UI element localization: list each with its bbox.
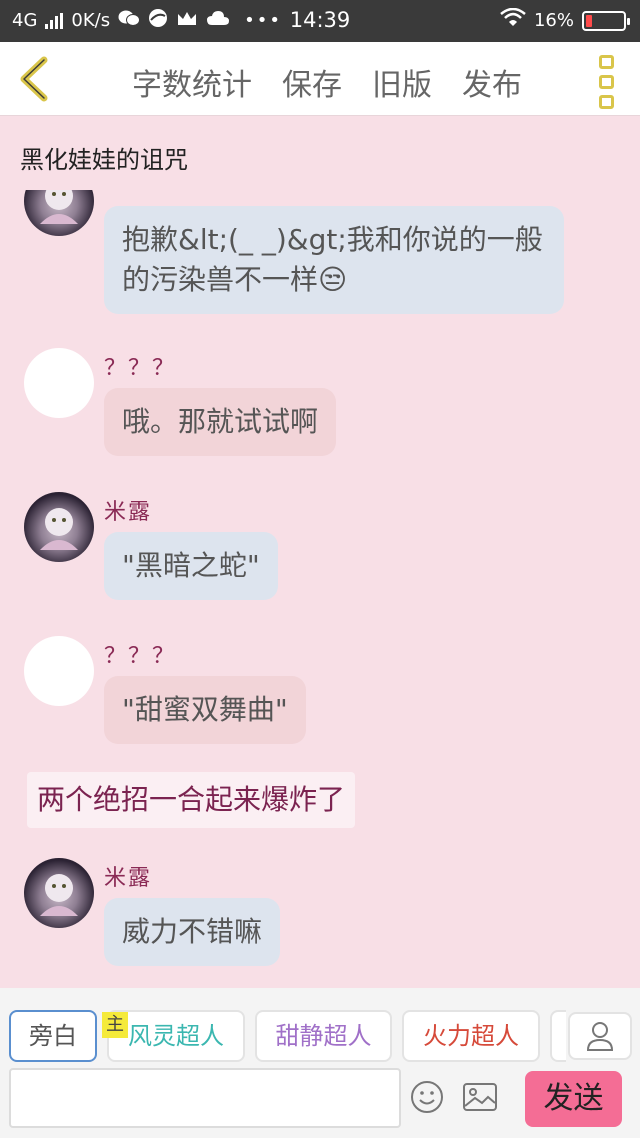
role-huoli-button[interactable]: 火力超人 — [402, 1010, 540, 1062]
message-bubble: "黑暗之蛇" — [104, 532, 278, 600]
back-button[interactable] — [14, 56, 54, 102]
word-count-button[interactable]: 字数统计 — [132, 60, 252, 104]
publish-button[interactable]: 发布 — [462, 60, 522, 104]
speaker-name: 米露 — [104, 866, 153, 891]
role-tianjing-button[interactable]: 甜静超人 — [255, 1010, 392, 1062]
smile-icon — [411, 1081, 443, 1113]
battery-fill — [586, 14, 592, 27]
message-bubble: 哦。那就试试啊 — [104, 388, 337, 456]
message-bubble: 威力不错嘛 — [104, 898, 281, 966]
chevron-left-icon — [20, 56, 48, 102]
story-title: 黑化娃娃的诅咒 — [20, 146, 188, 174]
image-icon — [463, 1083, 497, 1111]
image-button[interactable] — [462, 1081, 498, 1113]
editor-toolbar: 字数统计 保存 旧版 发布 — [0, 42, 640, 116]
message-bubble: "甜蜜双舞曲" — [104, 676, 306, 744]
emoji-button[interactable] — [410, 1080, 444, 1114]
speaker-name: ？？？ — [104, 356, 177, 381]
battery-percent: 16% — [533, 10, 574, 31]
battery-icon — [582, 10, 630, 31]
character-avatar-icon — [40, 874, 78, 916]
avatar — [24, 636, 94, 706]
character-avatar-icon — [40, 508, 78, 550]
avatar — [24, 858, 94, 928]
status-bar: 4G 0K/s ••• 14:39 16% — [0, 0, 640, 42]
send-button[interactable]: 发送 — [525, 1071, 622, 1127]
character-avatar-icon — [40, 190, 78, 224]
role-overflow-button[interactable] — [550, 1010, 566, 1062]
person-icon — [586, 1022, 614, 1051]
add-role-button[interactable] — [568, 1012, 632, 1060]
avatar — [24, 190, 94, 236]
old-version-button[interactable]: 旧版 — [372, 60, 432, 104]
wifi-icon — [500, 7, 526, 33]
input-bar: 发送 — [0, 1064, 640, 1138]
message-input[interactable] — [9, 1068, 401, 1128]
avatar — [24, 492, 94, 562]
speaker-name: 米露 — [104, 500, 153, 525]
speaker-name: ？？？ — [104, 644, 177, 669]
menu-icon[interactable] — [599, 55, 614, 109]
host-badge: 主 — [102, 1012, 128, 1038]
avatar — [24, 348, 94, 418]
save-button[interactable]: 保存 — [282, 60, 342, 104]
message-bubble: 抱歉&lt;(_ _)&gt;我和你说的一般的污染兽不一样😒 — [104, 206, 564, 314]
role-narrator-button[interactable]: 旁白 — [9, 1010, 97, 1062]
narration-text[interactable]: 两个绝招一合起来爆炸了 — [27, 772, 356, 828]
chat-area[interactable]: 抱歉&lt;(_ _)&gt;我和你说的一般的污染兽不一样😒 ？？？ 哦。那就试… — [0, 190, 640, 988]
